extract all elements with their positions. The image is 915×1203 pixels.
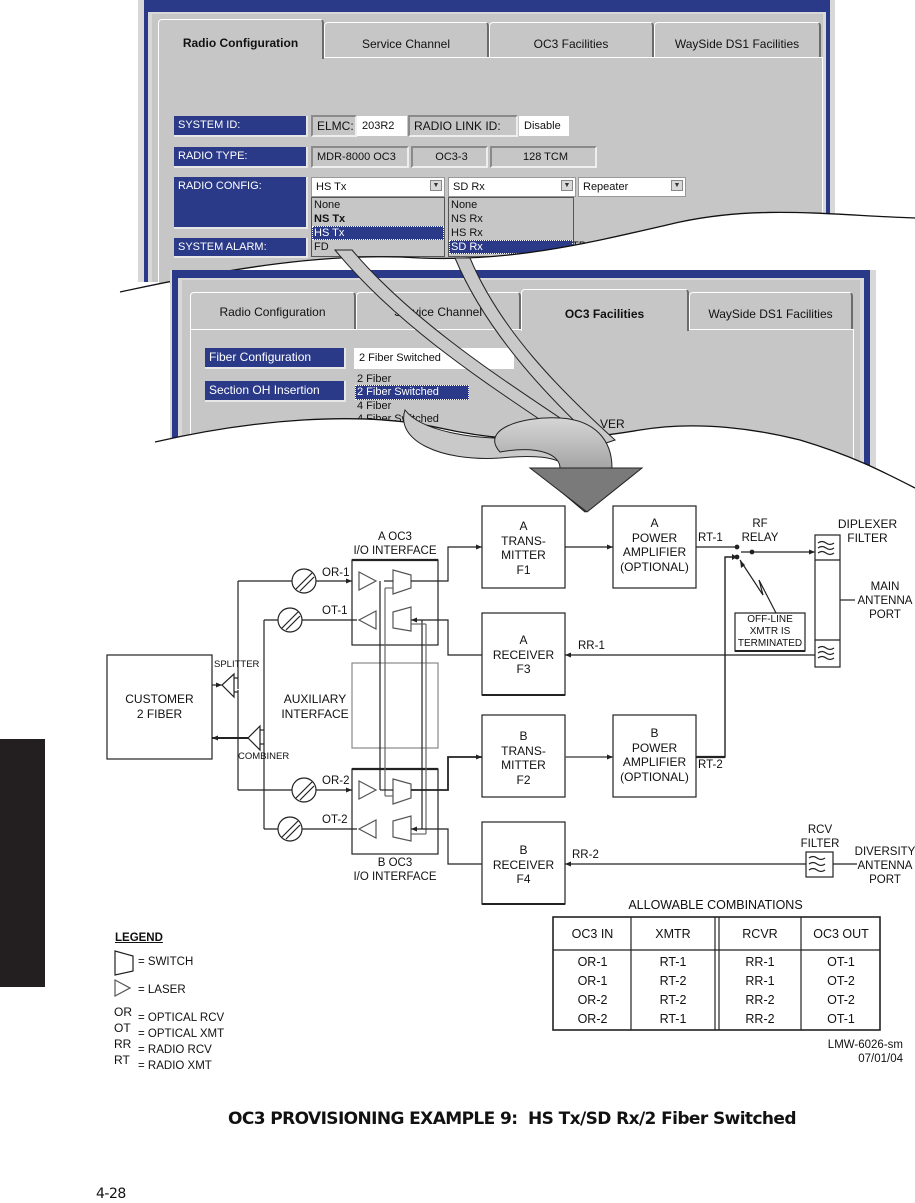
col-header-oc3-out: OC3 OUT (813, 927, 869, 941)
col-header-rcvr: RCVR (742, 927, 778, 941)
legend-abbr: OR (114, 1005, 132, 1019)
table-cell: RT-2 (659, 993, 687, 1007)
splitter-label: SPLITTER (214, 659, 260, 670)
rr2-label: RR-2 (572, 849, 599, 861)
rt2-label: RT-2 (698, 759, 723, 771)
table-cell: OR-2 (577, 1012, 608, 1026)
legend-desc: = RADIO RCV (138, 1044, 212, 1056)
table-cell: OR-2 (577, 993, 608, 1007)
switch-icon (392, 606, 412, 632)
rcv-filter-label: RCV FILTER (800, 824, 840, 850)
rr1-label: RR-1 (578, 640, 605, 652)
table-cell: OR-1 (577, 974, 608, 988)
rcv-filter (805, 851, 834, 878)
combinations-title: ALLOWABLE COMBINATIONS (628, 898, 803, 912)
b-oc3-label: B OC3 I/O INTERFACE (353, 857, 437, 883)
offline-note-label: OFF-LINE XMTR IS TERMINATED (737, 614, 803, 649)
diversity-antenna-port-label: DIVERSITY ANTENNA PORT (854, 846, 915, 886)
legend-desc: = OPTICAL XMT (138, 1028, 225, 1040)
switch-icon (392, 815, 412, 842)
switch-icon (392, 778, 412, 805)
splitter-icon (221, 672, 235, 699)
legend-abbr: OT (114, 1021, 131, 1035)
a-power-amplifier-label: A POWER AMPLIFIER (OPTIONAL) (620, 516, 689, 574)
table-cell: RR-1 (745, 974, 775, 988)
auxiliary-interface-box (351, 662, 439, 749)
table-cell: OT-1 (827, 1012, 855, 1026)
a-receiver-label: A RECEIVER F3 (492, 633, 555, 676)
legend-laser: = LASER (138, 984, 186, 996)
col-header-xmtr: XMTR (655, 927, 691, 941)
drawing-date: 07/01/04 (858, 1053, 903, 1065)
figure-caption: OC3 PROVISIONING EXAMPLE 9: HS Tx/SD Rx/… (228, 1109, 797, 1129)
switch-icon (114, 950, 134, 976)
table-cell: RT-1 (659, 1012, 687, 1026)
combiner-icon (247, 724, 261, 752)
drawing-id: LMW-6026-sm (827, 1039, 903, 1051)
main-antenna-port-label: MAIN ANTENNA PORT (857, 581, 913, 621)
legend-switch: = SWITCH (138, 956, 194, 968)
auxiliary-interface-label: AUXILIARY INTERFACE (281, 692, 349, 721)
legend-abbr: RR (114, 1037, 132, 1051)
b-receiver-label: B RECEIVER F4 (492, 843, 555, 886)
block-diagram-wires (106, 505, 857, 905)
laser-icon (357, 819, 377, 839)
or1-label: OR-1 (322, 567, 350, 579)
table-cell: OT-2 (827, 993, 855, 1007)
ot2-label: OT-2 (322, 814, 348, 826)
b-oc3-box (351, 768, 439, 855)
legend-title: LEGEND (115, 932, 163, 944)
table-cell: RT-2 (659, 974, 687, 988)
b-transmitter-label: B TRANS- MITTER F2 (501, 729, 546, 787)
table-cell: OT-1 (827, 955, 855, 969)
customer-label: CUSTOMER 2 FIBER (125, 692, 194, 721)
laser-icon (357, 610, 377, 630)
table-cell: RR-1 (745, 955, 775, 969)
table-cell: OR-1 (577, 955, 608, 969)
rt1-label: RT-1 (698, 532, 723, 544)
laser-icon (114, 979, 132, 997)
legend-abbr: RT (114, 1053, 130, 1067)
table-cell: RT-1 (659, 955, 687, 969)
ot1-label: OT-1 (322, 605, 348, 617)
a-oc3-label: A OC3 I/O INTERFACE (353, 531, 437, 557)
legend-desc: = OPTICAL RCV (138, 1012, 225, 1024)
laser-icon (358, 780, 378, 800)
rf-relay-label: RF RELAY (741, 518, 779, 544)
legend-desc: = RADIO XMT (138, 1060, 212, 1072)
col-header-oc3-in: OC3 IN (571, 927, 614, 941)
or2-label: OR-2 (322, 775, 350, 787)
b-power-amplifier-label: B POWER AMPLIFIER (OPTIONAL) (620, 726, 689, 784)
table-cell: OT-2 (827, 974, 855, 988)
table-cell: RR-2 (745, 1012, 775, 1026)
laser-icon (358, 571, 378, 591)
page-number: 4-28 (96, 1186, 126, 1202)
a-transmitter-label: A TRANS- MITTER F1 (501, 519, 546, 577)
switch-icon (392, 569, 412, 595)
legend-icons (114, 950, 134, 997)
diplexer-filter-label: DIPLEXER FILTER (837, 517, 898, 545)
a-oc3-box (351, 559, 439, 646)
combiner-label: COMBINER (238, 751, 290, 762)
table-cell: RR-2 (745, 993, 775, 1007)
